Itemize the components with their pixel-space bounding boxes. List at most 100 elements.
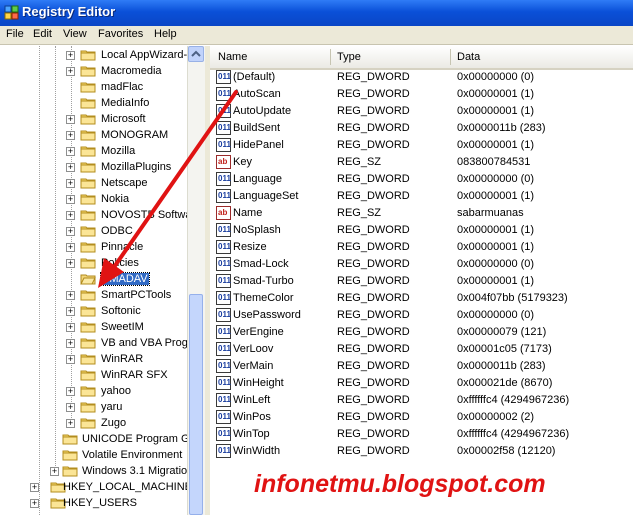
value-row[interactable]: 011 WinHeight REG_DWORD 0x000021de (8670): [210, 375, 633, 392]
value-row[interactable]: 011 AutoScan REG_DWORD 0x00000001 (1): [210, 86, 633, 103]
expand-plus-icon[interactable]: +: [30, 499, 39, 508]
expand-plus-icon[interactable]: +: [66, 259, 75, 268]
expand-plus-icon[interactable]: +: [66, 291, 75, 300]
tree-node[interactable]: + Microsoft: [0, 112, 187, 128]
expand-plus-icon[interactable]: +: [66, 243, 75, 252]
expand-plus-icon[interactable]: +: [66, 115, 75, 124]
expand-plus-icon[interactable]: +: [66, 419, 75, 428]
tree-node[interactable]: + NOVOSTB Softwar: [0, 208, 187, 224]
expand-plus-icon[interactable]: +: [66, 163, 75, 172]
value-row[interactable]: 011 UsePassword REG_DWORD 0x00000000 (0): [210, 307, 633, 324]
expand-plus-icon[interactable]: +: [66, 131, 75, 140]
value-row[interactable]: 011 WinLeft REG_DWORD 0xffffffc4 (429496723…: [210, 392, 633, 409]
menu-edit[interactable]: Edit: [33, 28, 52, 40]
column-header-type[interactable]: Type: [337, 51, 361, 63]
scroll-thumb[interactable]: [189, 294, 203, 515]
value-row[interactable]: 011 ThemeColor REG_DWORD 0x004f07bb (517932…: [210, 290, 633, 307]
expand-plus-icon[interactable]: +: [66, 211, 75, 220]
tree-node[interactable]: + MONOGRAM: [0, 128, 187, 144]
value-row[interactable]: 011 LanguageSet REG_DWORD 0x00000001 (1): [210, 188, 633, 205]
column-header-data[interactable]: Data: [457, 51, 480, 63]
value-data: 0x00000000 (0): [457, 71, 535, 83]
menu-favorites[interactable]: Favorites: [98, 28, 143, 40]
tree-node[interactable]: + Windows 3.1 Migration: [0, 464, 187, 480]
tree-vertical-scrollbar[interactable]: [187, 46, 205, 515]
column-divider[interactable]: [330, 49, 331, 65]
tree-node[interactable]: UNICODE Program Gro: [0, 432, 187, 448]
tree-node[interactable]: + ODBC: [0, 224, 187, 240]
value-row[interactable]: 011 WinPos REG_DWORD 0x00000002 (2): [210, 409, 633, 426]
tree-node[interactable]: Volatile Environment: [0, 448, 187, 464]
value-row[interactable]: 011 Smad-Turbo REG_DWORD 0x00000001 (1): [210, 273, 633, 290]
value-row[interactable]: 011 Language REG_DWORD 0x00000000 (0): [210, 171, 633, 188]
value-data: 083800784531: [457, 156, 531, 168]
value-row[interactable]: ab Key REG_SZ 083800784531: [210, 154, 633, 171]
value-type: REG_SZ: [337, 207, 382, 219]
expand-plus-icon[interactable]: +: [66, 403, 75, 412]
value-icon-glyph: 011: [218, 395, 231, 404]
value-row[interactable]: 011 WinTop REG_DWORD 0xffffffc4 (4294967236…: [210, 426, 633, 443]
chevron-up-icon: [191, 50, 201, 57]
value-name: (Default): [233, 71, 276, 83]
tree-node[interactable]: + Nokia: [0, 192, 187, 208]
expand-plus-icon[interactable]: +: [66, 179, 75, 188]
value-row[interactable]: ab Name REG_SZ sabarmuanas: [210, 205, 633, 222]
scroll-up-button[interactable]: [188, 46, 204, 62]
value-row[interactable]: 011 VerMain REG_DWORD 0x0000011b (283): [210, 358, 633, 375]
expand-plus-icon[interactable]: +: [66, 195, 75, 204]
value-row[interactable]: 011 Resize REG_DWORD 0x00000001 (1): [210, 239, 633, 256]
expand-plus-icon[interactable]: +: [66, 339, 75, 348]
value-row[interactable]: 011 Smad-Lock REG_DWORD 0x00000000 (0): [210, 256, 633, 273]
value-type: REG_DWORD: [337, 326, 410, 338]
menu-file[interactable]: File: [6, 28, 24, 40]
expand-plus-icon[interactable]: +: [66, 307, 75, 316]
tree-node[interactable]: + WinRAR: [0, 352, 187, 368]
tree-node[interactable]: + SmartPCTools: [0, 288, 187, 304]
expand-plus-icon[interactable]: +: [66, 51, 75, 60]
column-header-name[interactable]: Name: [218, 51, 247, 63]
menu-view[interactable]: View: [63, 28, 87, 40]
tree-node[interactable]: + MozillaPlugins: [0, 160, 187, 176]
key-tree[interactable]: + Local AppWizard-G + Macromedia madFlac Medi…: [0, 46, 187, 515]
value-row[interactable]: 011 AutoUpdate REG_DWORD 0x00000001 (1): [210, 103, 633, 120]
column-divider[interactable]: [450, 49, 451, 65]
value-row[interactable]: 011 WinWidth REG_DWORD 0x00002f58 (12120): [210, 443, 633, 460]
tree-node[interactable]: SMADAV: [0, 272, 187, 288]
tree-node[interactable]: + Netscape: [0, 176, 187, 192]
tree-node[interactable]: + Softonic: [0, 304, 187, 320]
expand-plus-icon[interactable]: +: [50, 467, 59, 476]
value-row[interactable]: 011 BuildSent REG_DWORD 0x0000011b (283): [210, 120, 633, 137]
tree-node[interactable]: + Pinnacle: [0, 240, 187, 256]
tree-node[interactable]: + Policies: [0, 256, 187, 272]
tree-node[interactable]: + Zugo: [0, 416, 187, 432]
tree-node[interactable]: + Mozilla: [0, 144, 187, 160]
value-row[interactable]: 011 VerEngine REG_DWORD 0x00000079 (121): [210, 324, 633, 341]
value-row[interactable]: 011 NoSplash REG_DWORD 0x00000001 (1): [210, 222, 633, 239]
value-row[interactable]: 011 (Default) REG_DWORD 0x00000000 (0): [210, 69, 633, 86]
expand-plus-icon[interactable]: +: [30, 483, 39, 492]
expand-plus-icon[interactable]: +: [66, 147, 75, 156]
tree-node[interactable]: + yaru: [0, 400, 187, 416]
tree-node[interactable]: + HKEY_USERS: [0, 496, 187, 512]
value-icon-glyph: 011: [218, 378, 231, 387]
tree-node[interactable]: + Local AppWizard-G: [0, 48, 187, 64]
expand-plus-icon[interactable]: +: [66, 227, 75, 236]
tree-node[interactable]: MediaInfo: [0, 96, 187, 112]
tree-node[interactable]: + HKEY_LOCAL_MACHINE: [0, 480, 187, 496]
registry-editor-icon: [4, 5, 19, 20]
menu-help[interactable]: Help: [154, 28, 177, 40]
expand-plus-icon[interactable]: +: [66, 355, 75, 364]
tree-node[interactable]: + SweetIM: [0, 320, 187, 336]
value-row[interactable]: 011 VerLoov REG_DWORD 0x00001c05 (7173): [210, 341, 633, 358]
tree-node[interactable]: madFlac: [0, 80, 187, 96]
expand-plus-icon[interactable]: +: [66, 387, 75, 396]
value-type: REG_DWORD: [337, 377, 410, 389]
value-row[interactable]: 011 HidePanel REG_DWORD 0x00000001 (1): [210, 137, 633, 154]
tree-node[interactable]: + Macromedia: [0, 64, 187, 80]
expand-plus-icon[interactable]: +: [66, 323, 75, 332]
tree-node[interactable]: + VB and VBA Progra: [0, 336, 187, 352]
expand-plus-icon[interactable]: +: [66, 67, 75, 76]
values-list[interactable]: Name Type Data 011 (Default) REG_DWORD 0x00…: [210, 46, 633, 515]
tree-node[interactable]: WinRAR SFX: [0, 368, 187, 384]
tree-node[interactable]: + yahoo: [0, 384, 187, 400]
